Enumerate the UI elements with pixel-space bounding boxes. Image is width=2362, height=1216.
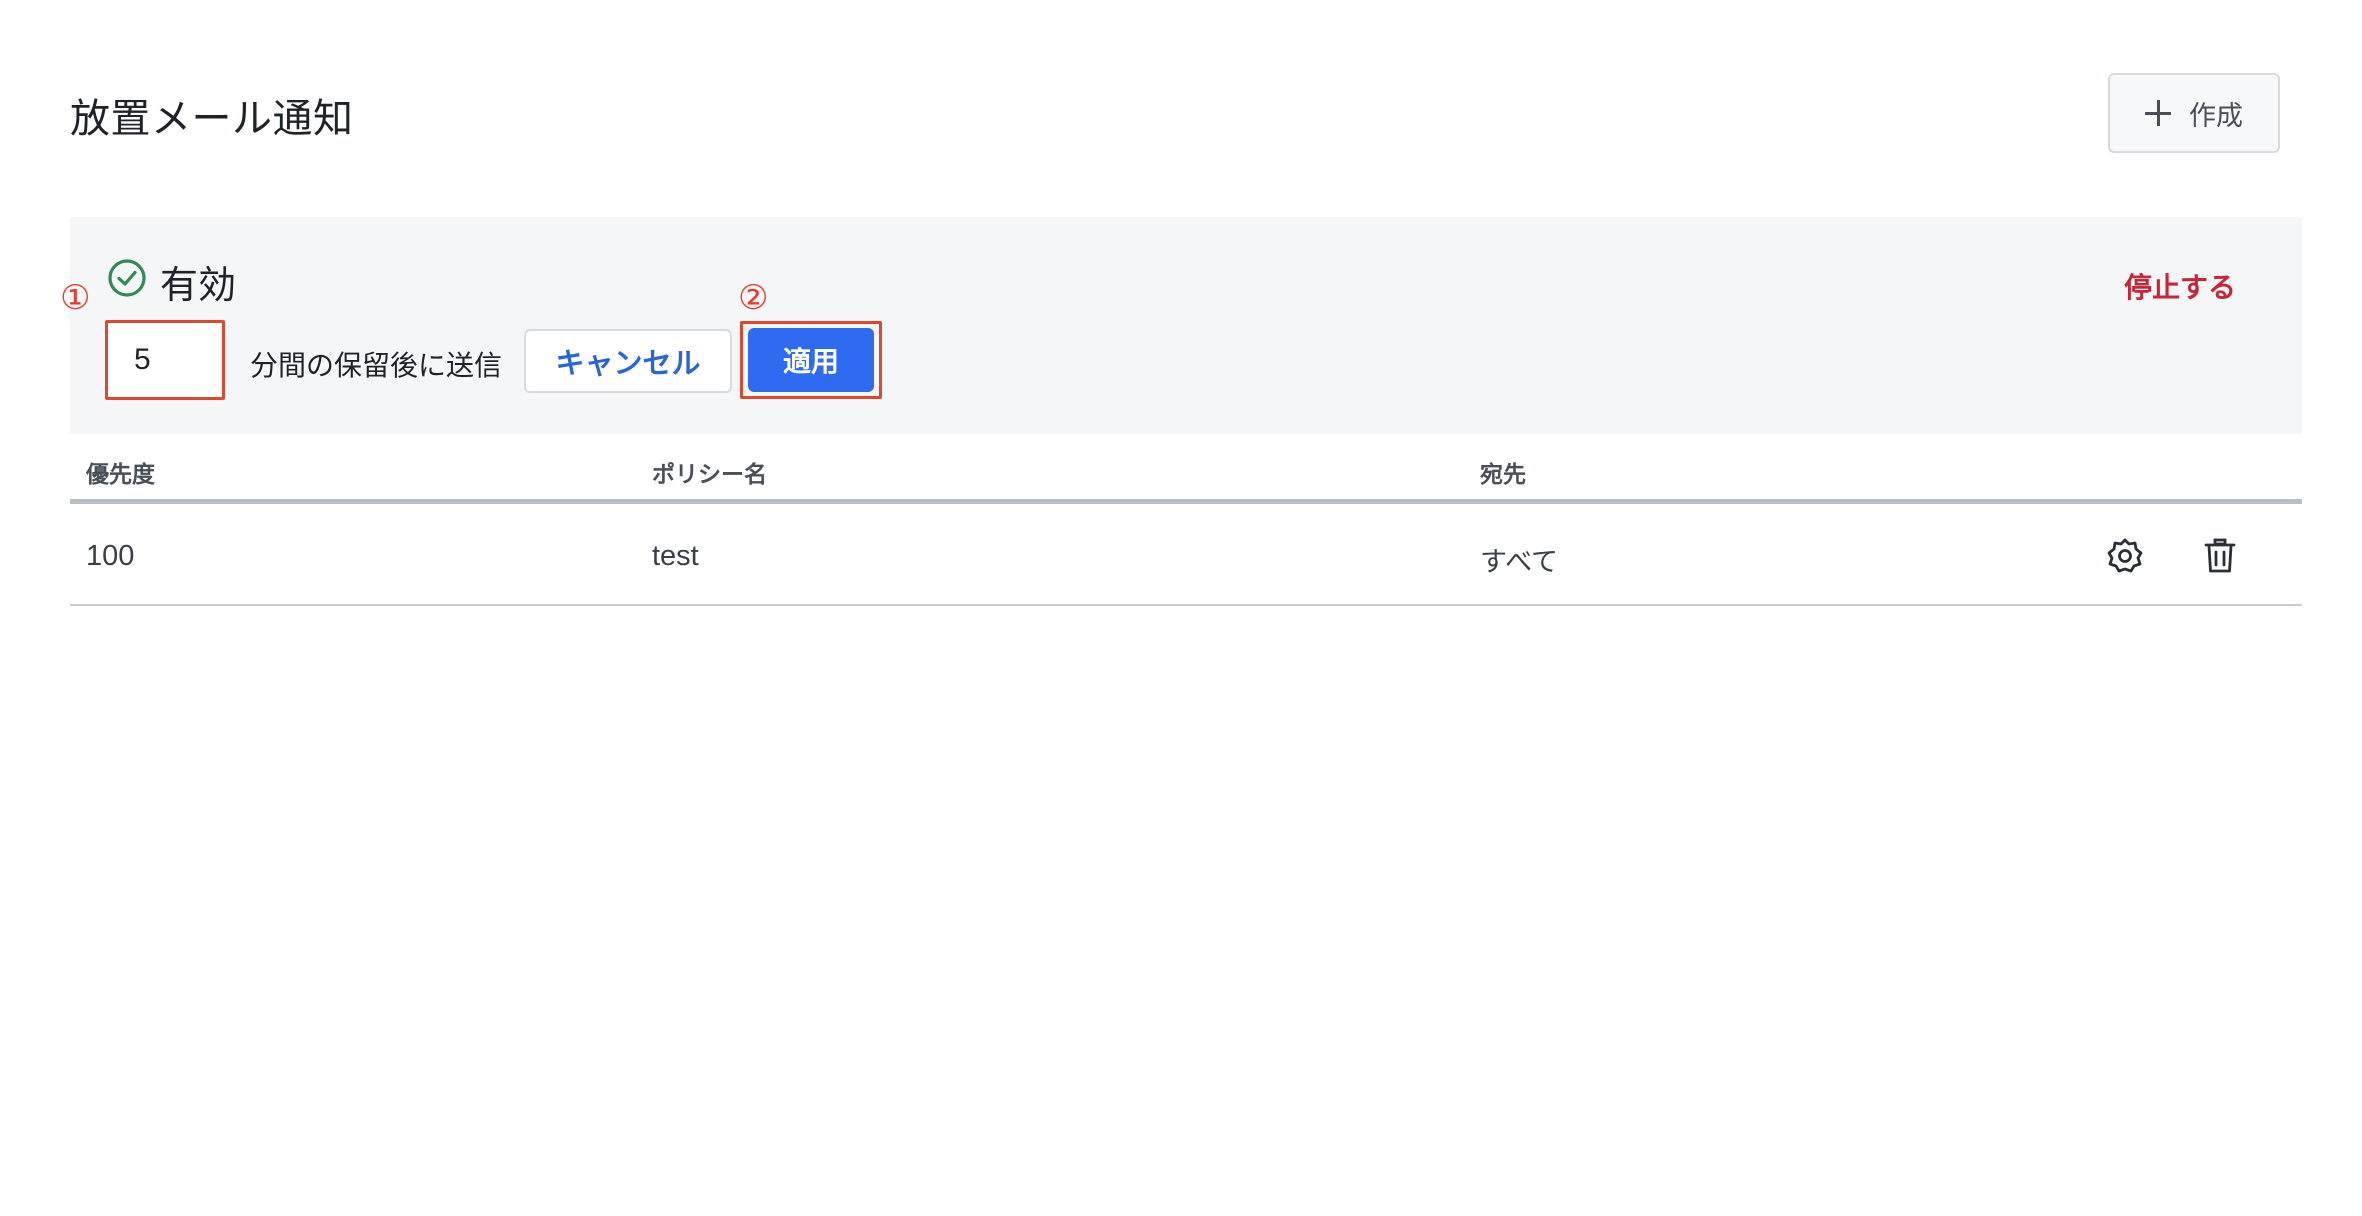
trash-icon xyxy=(2204,538,2236,573)
stop-link[interactable]: 停止する xyxy=(2124,266,2236,306)
status-label: 有効 xyxy=(160,263,237,307)
table-cell-policy: test xyxy=(652,540,699,572)
apply-button[interactable]: 適用 xyxy=(748,328,874,392)
column-header-destination: 宛先 xyxy=(1480,462,1526,488)
delay-minutes-input[interactable] xyxy=(105,320,225,400)
column-header-priority: 優先度 xyxy=(86,462,155,488)
table-header-divider xyxy=(70,499,2302,504)
page-title: 放置メール通知 xyxy=(70,96,354,142)
create-button[interactable]: 作成 xyxy=(2108,73,2280,153)
plus-icon xyxy=(2145,100,2171,126)
check-circle-icon xyxy=(108,259,146,297)
annotation-marker-1: ① xyxy=(60,278,91,318)
gear-icon xyxy=(2107,538,2143,573)
settings-gear-button[interactable] xyxy=(2103,534,2147,578)
table-cell-destination: すべて xyxy=(1480,547,1559,578)
table-row-divider xyxy=(70,604,2302,606)
annotation-marker-2: ② xyxy=(738,278,769,318)
delete-button[interactable] xyxy=(2198,534,2242,578)
delay-label: 分間の保留後に送信 xyxy=(250,349,503,382)
cancel-button[interactable]: キャンセル xyxy=(524,329,732,393)
column-header-policy: ポリシー名 xyxy=(652,462,767,488)
settings-panel xyxy=(70,217,2302,434)
page: 放置メール通知 作成 有効 停止する ① ② 分間の保留後に送信 キャンセル 適… xyxy=(0,0,2362,1216)
create-button-label: 作成 xyxy=(2189,100,2243,132)
table-cell-priority: 100 xyxy=(86,540,135,572)
